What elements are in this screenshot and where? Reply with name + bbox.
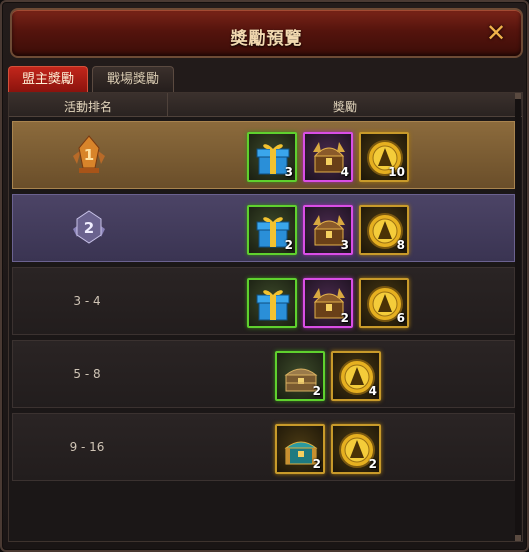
rank-2-badge-icon: 2 (69, 207, 109, 249)
item-count: 2 (312, 384, 321, 398)
item-count: 8 (396, 238, 405, 252)
reward-table: 活動排名 獎勵 1 3 4 10 2 2 3 8 3 - 4 2 6 5 - 8 2 4 9 - 16 2 2 (8, 92, 523, 542)
gold-coin-item-slot[interactable]: 10 (359, 132, 409, 182)
item-count: 2 (312, 457, 321, 471)
item-count: 6 (396, 311, 405, 325)
tab-leader-reward[interactable]: 盟主獎勵 (8, 66, 88, 92)
gift-box-item-slot[interactable] (247, 278, 297, 328)
scrollbar[interactable] (515, 93, 521, 541)
svg-text:2: 2 (84, 219, 94, 237)
treasure-chest-item-slot[interactable]: 2 (303, 278, 353, 328)
table-row: 1 3 4 10 (12, 121, 515, 189)
teal-chest-item-slot[interactable]: 2 (275, 424, 325, 474)
close-icon[interactable]: ✕ (485, 21, 507, 45)
svg-text:1: 1 (84, 146, 94, 164)
item-count: 10 (388, 165, 405, 179)
treasure-chest-item-slot[interactable]: 3 (303, 205, 353, 255)
item-count: 2 (340, 311, 349, 325)
scroll-down-icon[interactable] (515, 535, 521, 541)
rank-1-badge-icon: 1 (69, 134, 109, 176)
reward-preview-window: 獎勵預覽 ✕ 盟主獎勵 戰場獎勵 活動排名 獎勵 1 3 4 10 2 2 3 8 3 - 4 2… (0, 0, 529, 552)
table-row: 3 - 4 2 6 (12, 267, 515, 335)
table-header: 活動排名 獎勵 (9, 93, 522, 117)
tab-battlefield-reward[interactable]: 戰場獎勵 (92, 66, 174, 92)
title-bar: 獎勵預覽 ✕ (10, 8, 523, 58)
gold-coin-item-slot[interactable]: 8 (359, 205, 409, 255)
table-row: 5 - 8 2 4 (12, 340, 515, 408)
table-row: 2 2 3 8 (12, 194, 515, 262)
wooden-chest-item-slot[interactable]: 2 (275, 351, 325, 401)
header-rank: 活動排名 (63, 100, 112, 114)
treasure-chest-item-slot[interactable]: 4 (303, 132, 353, 182)
gift-box-item-slot[interactable]: 2 (247, 205, 297, 255)
gold-coin-item-slot[interactable]: 2 (331, 424, 381, 474)
table-row: 9 - 16 2 2 (12, 413, 515, 481)
rank-range: 5 - 8 (73, 367, 101, 381)
scroll-up-icon[interactable] (515, 93, 521, 99)
item-count: 2 (284, 238, 293, 252)
item-count: 4 (340, 165, 349, 179)
rank-range: 3 - 4 (73, 294, 101, 308)
window-title: 獎勵預覽 (230, 29, 303, 49)
gold-coin-item-slot[interactable]: 4 (331, 351, 381, 401)
item-count: 3 (340, 238, 349, 252)
rank-range: 9 - 16 (69, 440, 105, 454)
item-count: 3 (284, 165, 293, 179)
item-count: 2 (368, 457, 377, 471)
header-reward: 獎勵 (332, 100, 357, 114)
item-count: 4 (368, 384, 377, 398)
gift-box-item-slot[interactable]: 3 (247, 132, 297, 182)
gold-coin-item-slot[interactable]: 6 (359, 278, 409, 328)
